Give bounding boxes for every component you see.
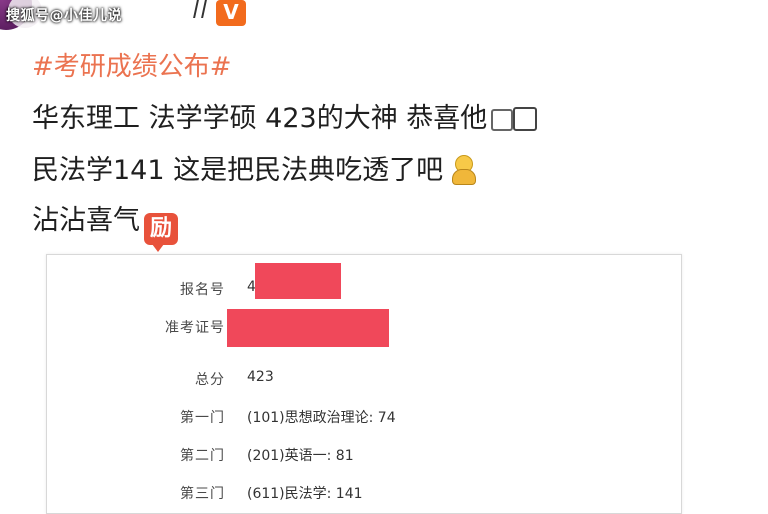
kneel-emoji-icon	[449, 153, 477, 185]
label-subject-1: 第一门	[180, 410, 225, 426]
label-registration-number: 报名号	[180, 282, 225, 298]
label-subject-3: 第三门	[180, 486, 225, 502]
post-line-1: 华东理工 法学学硕 423的大神 恭喜他	[32, 96, 539, 135]
value-total-score: 423	[247, 369, 274, 385]
score-report-image[interactable]: 报名号 4 准考证号 总分 423 第一门 (101)思想政治理论: 74 第二…	[46, 254, 682, 514]
value-subject-3: (611)民法学: 141	[247, 486, 363, 502]
value-subject-1: (101)思想政治理论: 74	[247, 410, 396, 426]
post-line-3-text: 沾沾喜气	[32, 205, 140, 236]
label-subject-2: 第二门	[180, 448, 225, 464]
hashtag-link[interactable]: #考研成绩公布#	[32, 46, 232, 83]
encourage-emoji-icon: 励	[144, 213, 178, 252]
label-total-score: 总分	[195, 372, 225, 388]
value-subject-2: (201)英语一: 81	[247, 448, 354, 464]
celebrate-emoji-icon	[489, 105, 539, 131]
label-admission-ticket: 准考证号	[165, 320, 225, 336]
post-line-2: 民法学141 这是把民法典吃透了吧	[32, 148, 477, 187]
redaction-block	[227, 309, 389, 347]
partial-text-fragment	[192, 0, 208, 20]
post-line-1-text: 华东理工 法学学硕 423的大神 恭喜他	[32, 103, 488, 134]
verified-badge: V	[216, 0, 246, 26]
redaction-block	[255, 263, 341, 299]
watermark: 搜狐号@小佳儿说	[6, 8, 122, 24]
post-line-3: 沾沾喜气励	[32, 198, 178, 252]
post-line-2-text: 民法学141 这是把民法典吃透了吧	[32, 155, 444, 186]
